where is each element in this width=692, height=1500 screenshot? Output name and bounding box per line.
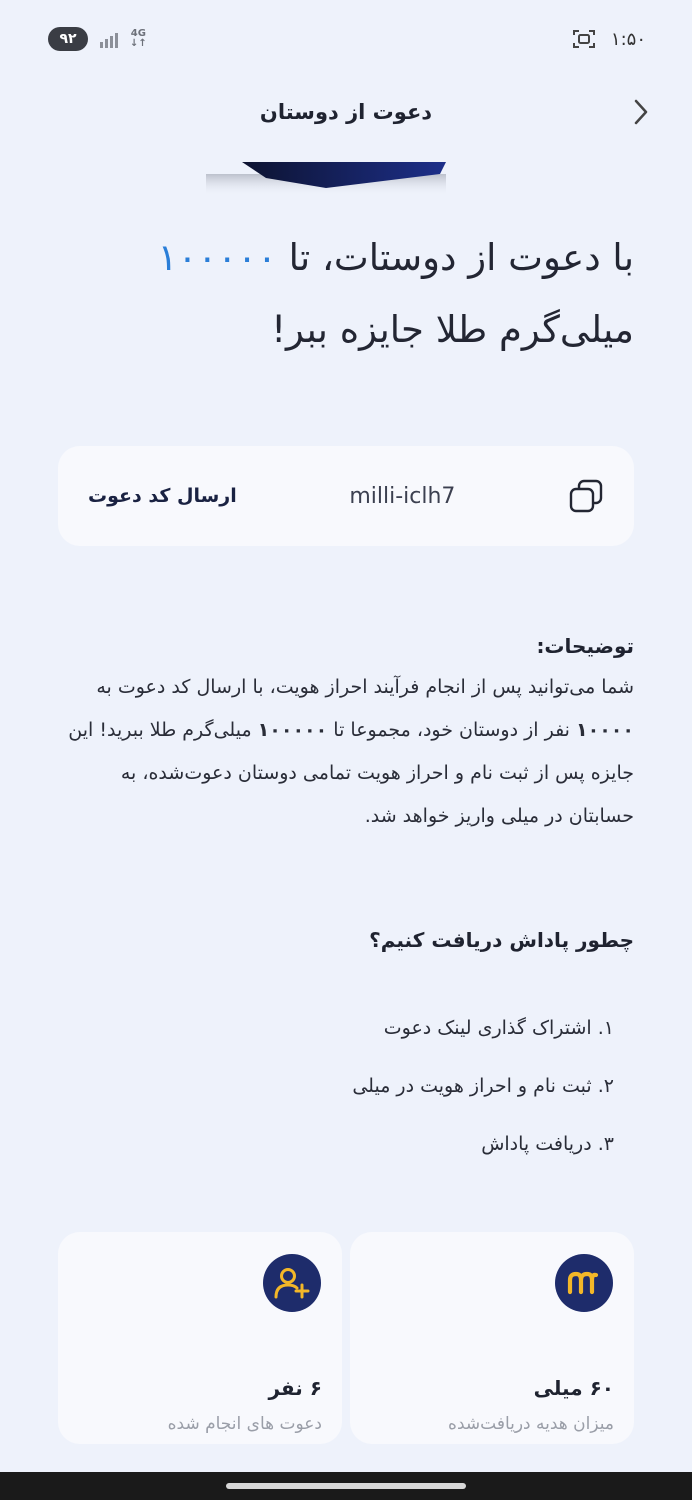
back-button[interactable] xyxy=(628,98,654,126)
milli-logo-icon xyxy=(555,1254,613,1312)
reward-label: میزان هدیه دریافت‌شده xyxy=(448,1414,614,1434)
battery-indicator: ۹۲ xyxy=(48,27,88,51)
system-nav-bar xyxy=(0,1472,692,1500)
total-amount: ۱۰۰۰۰۰ xyxy=(257,719,328,741)
step-item: ۲. ثبت نام و احراز هویت در میلی xyxy=(352,1075,614,1097)
invite-code: milli-iclh7 xyxy=(349,483,456,509)
status-right: ۱:۵۰ xyxy=(572,28,646,50)
home-handle[interactable] xyxy=(226,1483,466,1489)
description-title: توضیحات: xyxy=(536,634,634,658)
invite-count: ۱۰۰۰۰ xyxy=(576,719,634,741)
status-bar: ۹۲ 4G ↓↑ ۱:۵۰ xyxy=(0,0,692,78)
screenshot-icon xyxy=(572,30,595,48)
banner-illustration xyxy=(206,162,446,196)
description-body: شما می‌توانید پس از انجام فرآیند احراز ه… xyxy=(54,666,634,838)
description-text-1: شما می‌توانید پس از انجام فرآیند احراز ه… xyxy=(96,676,634,698)
signal-icon xyxy=(100,30,118,48)
invites-value: ۶ نفر xyxy=(268,1376,322,1400)
description-text-2: نفر از دوستان خود، مجموعا تا xyxy=(327,719,577,741)
send-invite-button[interactable]: ارسال کد دعوت xyxy=(88,485,237,507)
hero-text-after: میلی‌گرم طلا جایزه ببر! xyxy=(271,308,634,351)
copy-icon[interactable] xyxy=(568,478,604,514)
step-item: ۳. دریافت پاداش xyxy=(481,1133,614,1155)
hero-headline: با دعوت از دوستات، تا ۱۰۰۰۰۰ میلی‌گرم طل… xyxy=(54,222,634,366)
add-user-icon xyxy=(263,1254,321,1312)
hero-text-before: با دعوت از دوستات، تا xyxy=(276,236,634,279)
how-to-title: چطور پاداش دریافت کنیم؟ xyxy=(369,928,634,952)
app-header: دعوت از دوستان xyxy=(0,78,692,146)
description-section: توضیحات: شما می‌توانید پس از انجام فرآین… xyxy=(54,626,634,838)
invites-label: دعوت های انجام شده xyxy=(167,1414,322,1434)
reward-stat-card: ۶۰ میلی میزان هدیه دریافت‌شده xyxy=(350,1232,634,1444)
chevron-right-icon xyxy=(634,99,648,125)
status-left: ۹۲ 4G ↓↑ xyxy=(48,27,147,51)
page-title: دعوت از دوستان xyxy=(259,100,433,124)
clock: ۱:۵۰ xyxy=(610,28,646,50)
invites-stat-card: ۶ نفر دعوت های انجام شده xyxy=(58,1232,342,1444)
step-item: ۱. اشتراک گذاری لینک دعوت xyxy=(383,1017,614,1039)
hero-amount: ۱۰۰۰۰۰ xyxy=(157,236,277,279)
network-type: 4G ↓↑ xyxy=(130,28,147,49)
invite-code-card: milli-iclh7 ارسال کد دعوت xyxy=(58,446,634,546)
reward-value: ۶۰ میلی xyxy=(533,1376,614,1400)
steps-list: ۱. اشتراک گذاری لینک دعوت ۲. ثبت نام و ا… xyxy=(54,1004,614,1178)
